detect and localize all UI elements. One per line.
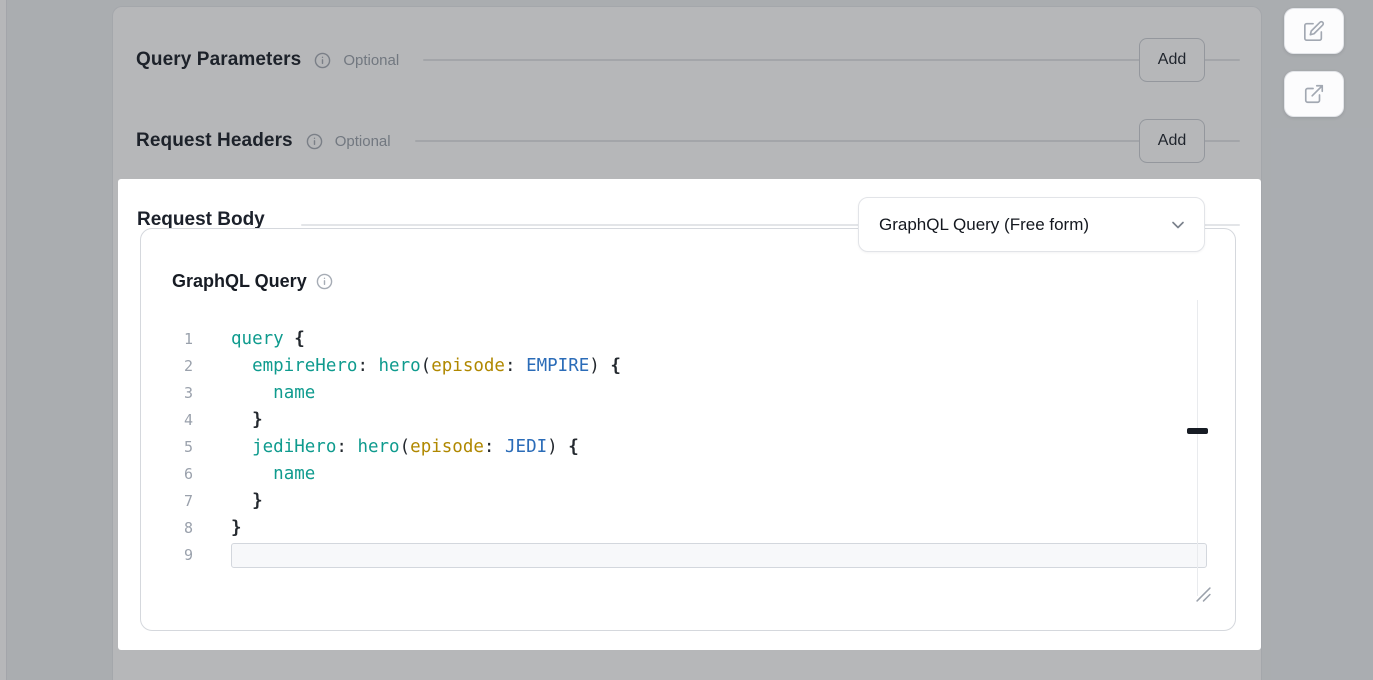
line-number: 4 <box>141 407 193 434</box>
graphql-code-editor[interactable]: 1query {2 empireHero: hero(episode: EMPI… <box>141 326 1235 569</box>
code-line: 4 } <box>141 407 1235 434</box>
code-line: 8} <box>141 515 1235 542</box>
code-line-content[interactable] <box>231 543 1207 568</box>
line-number: 1 <box>141 326 193 353</box>
code-line-content[interactable]: name <box>231 461 1207 488</box>
code-line-content[interactable]: } <box>231 488 1207 515</box>
line-number: 5 <box>141 434 193 461</box>
line-number: 6 <box>141 461 193 488</box>
graphql-query-label: GraphQL Query <box>172 271 307 292</box>
line-number: 7 <box>141 488 193 515</box>
line-number: 8 <box>141 515 193 542</box>
open-external-button[interactable] <box>1284 71 1344 117</box>
line-number: 3 <box>141 380 193 407</box>
code-line-content[interactable]: } <box>231 407 1207 434</box>
code-line: 3 name <box>141 380 1235 407</box>
edit-button[interactable] <box>1284 8 1344 54</box>
resize-grip-icon[interactable] <box>1196 587 1211 602</box>
body-type-selected-value: GraphQL Query (Free form) <box>879 215 1089 235</box>
request-body-panel: Request Body GraphQL Query (Free form) G… <box>118 179 1261 650</box>
code-line-content[interactable]: jediHero: hero(episode: JEDI) { <box>231 434 1207 461</box>
code-line: 1 query { <box>141 326 1235 353</box>
external-link-icon <box>1303 83 1325 105</box>
graphql-editor-card: GraphQL Query 1query {2 empireHero: hero… <box>140 228 1236 631</box>
line-number: 9 <box>141 542 193 569</box>
floating-toolbar <box>1284 8 1344 117</box>
code-line: 6 name <box>141 461 1235 488</box>
editor-scrollbar-track <box>1197 300 1198 596</box>
chevron-down-icon <box>1168 215 1188 235</box>
editor-drag-handle[interactable] <box>1187 428 1208 434</box>
code-line-content[interactable]: name <box>231 380 1207 407</box>
info-icon[interactable] <box>316 273 333 290</box>
editor-label-row: GraphQL Query <box>172 271 333 292</box>
line-number: 2 <box>141 353 193 380</box>
code-line: 5 jediHero: hero(episode: JEDI) { <box>141 434 1235 461</box>
pencil-icon <box>1303 20 1325 42</box>
code-line-content[interactable]: query { <box>231 326 1207 353</box>
code-line: 9 <box>141 542 1235 569</box>
code-line: 2 empireHero: hero(episode: EMPIRE) { <box>141 353 1235 380</box>
screen: Query Parameters Optional Add Request He… <box>0 0 1373 680</box>
code-line-content[interactable]: empireHero: hero(episode: EMPIRE) { <box>231 353 1207 380</box>
code-line-content[interactable]: } <box>231 515 1207 542</box>
code-line: 7 } <box>141 488 1235 515</box>
body-type-select[interactable]: GraphQL Query (Free form) <box>858 197 1205 252</box>
